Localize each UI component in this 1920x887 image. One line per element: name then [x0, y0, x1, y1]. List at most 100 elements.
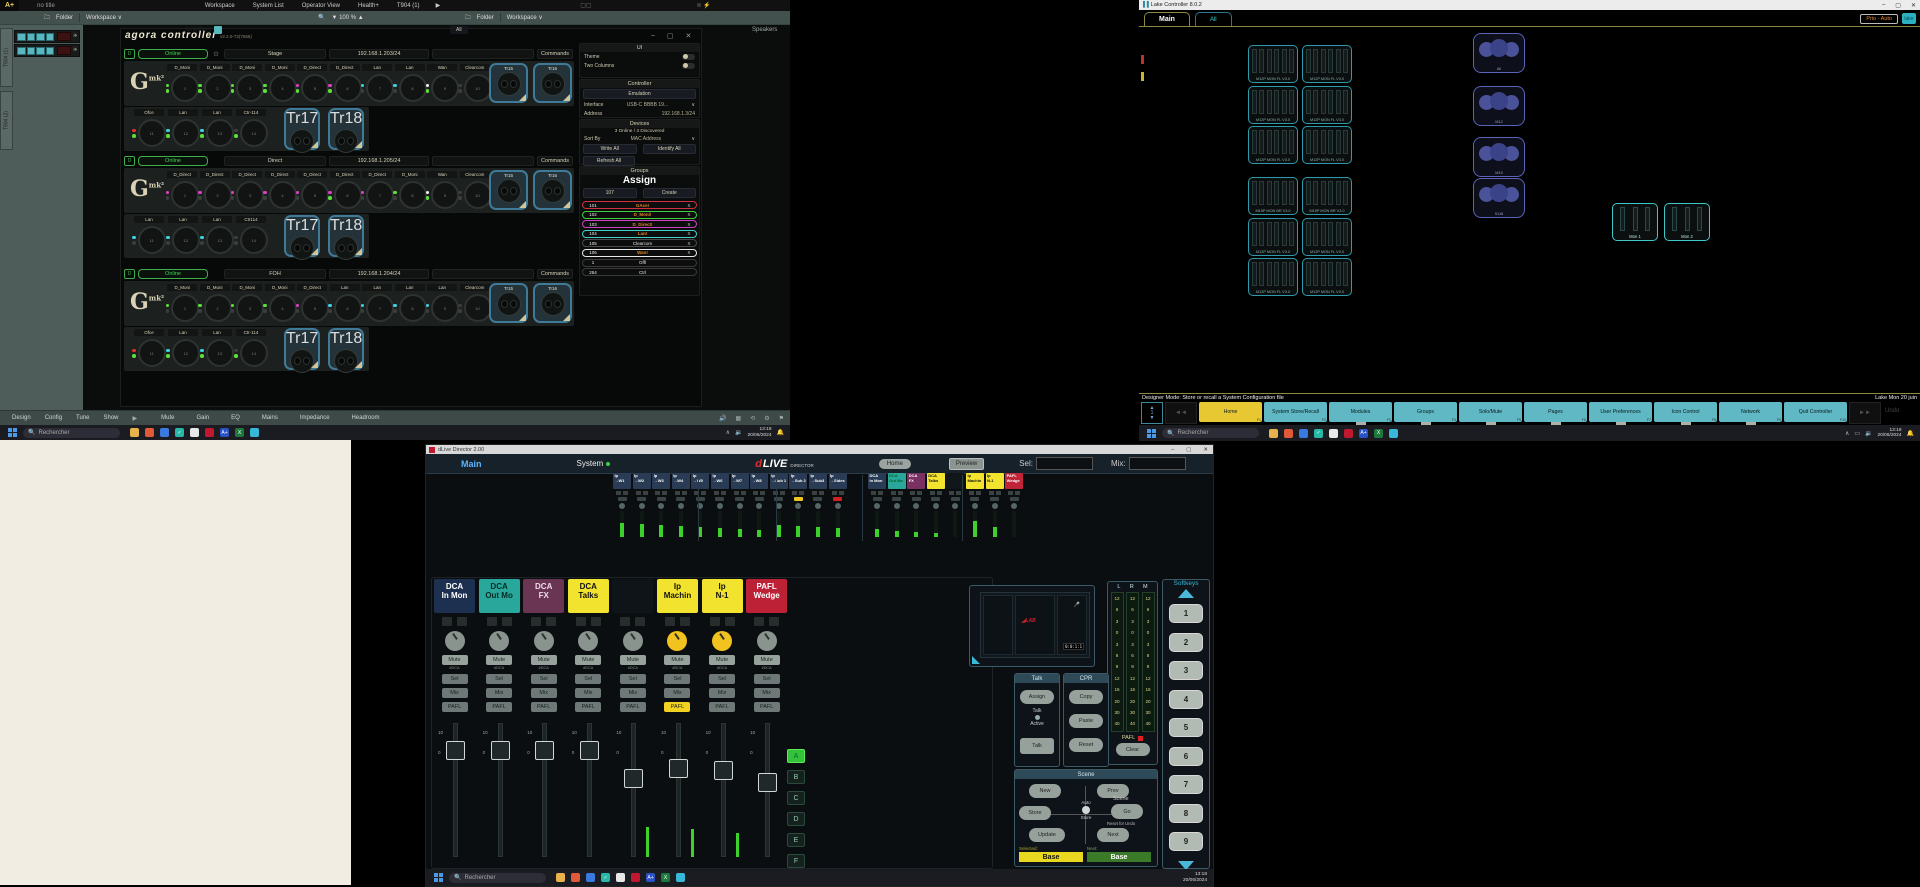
taskbar-app-icon[interactable] — [205, 428, 214, 437]
gauge-module[interactable]: All — [1473, 33, 1525, 73]
sel-button[interactable]: Sel — [442, 674, 468, 684]
port[interactable]: Lan 12 — [166, 214, 200, 254]
overview-channel[interactable]: Ip→Sides — [829, 473, 847, 537]
channel-label[interactable]: DCAOut Mo — [888, 473, 906, 489]
resize-triangle[interactable] — [972, 656, 980, 664]
strip-knob[interactable] — [667, 631, 687, 651]
mute-button[interactable]: Mute — [664, 655, 690, 665]
channel-label[interactable]: DCATalks — [927, 473, 945, 489]
mini-knob[interactable] — [972, 503, 978, 509]
mini-knob[interactable] — [992, 503, 998, 509]
mini-button[interactable] — [657, 497, 666, 501]
fader-handle[interactable] — [535, 741, 554, 760]
port-connector[interactable]: 7 — [366, 181, 394, 209]
surface-preview[interactable]: ◢LAB 0:0:1:1 🎤 — [969, 585, 1095, 667]
commands-button[interactable]: Commands — [537, 49, 573, 59]
lake-module[interactable]: M12P MON FL V3.0 — [1248, 126, 1298, 164]
port[interactable]: Lan 12 — [166, 327, 200, 367]
overview-channel[interactable]: Ip→W6 — [711, 473, 729, 537]
mini-knob[interactable] — [639, 503, 645, 509]
mini-knob[interactable] — [756, 503, 762, 509]
taskbar-app-icon[interactable] — [631, 873, 640, 882]
lake-module[interactable]: M12P MON FL V3.0 — [1302, 45, 1352, 83]
window-icon[interactable]: ▢▢ — [580, 2, 591, 9]
overview-channel[interactable]: Ip→Sub 2 — [789, 473, 807, 537]
group-row[interactable]: 254 Ctrl — [582, 268, 697, 276]
prio-auto-button[interactable]: Prio - Auto — [1860, 14, 1898, 24]
port-connector[interactable]: 14 — [240, 226, 268, 254]
assign-square[interactable] — [502, 617, 512, 626]
page-selector[interactable]: ▲1▼ — [1141, 402, 1163, 424]
taskbar-app-icon[interactable] — [1389, 429, 1398, 438]
pafl-button[interactable]: PAFL — [754, 702, 780, 712]
bank-button[interactable]: B — [787, 770, 805, 784]
trunk-port[interactable]: Tr15 — [489, 63, 528, 103]
pafl-button[interactable]: PAFL — [575, 702, 601, 712]
channel-label[interactable]: Ip→W5 — [691, 473, 709, 489]
port[interactable]: Lan 8 — [394, 282, 427, 322]
tool-icon[interactable]: ⟲ — [750, 415, 755, 422]
window-control-icon[interactable]: ✕ — [1911, 2, 1916, 9]
port[interactable]: D_Direct 4 — [264, 169, 297, 209]
overview-channel[interactable]: Ip→W8 — [750, 473, 768, 537]
port-connector[interactable]: 5 — [301, 181, 329, 209]
port-connector[interactable]: 8 — [399, 181, 427, 209]
port-connector[interactable]: 6 — [334, 181, 362, 209]
menu-tab[interactable]: System List — [253, 3, 284, 9]
trunk-port[interactable]: Tr17 — [284, 108, 320, 150]
mini-knob[interactable] — [835, 503, 841, 509]
port[interactable]: D_Moni 2 — [199, 282, 232, 322]
strip-knob[interactable] — [445, 631, 465, 651]
mode-tab[interactable]: Mains — [258, 414, 282, 422]
sel-button[interactable]: Sel — [620, 674, 646, 684]
port[interactable]: Lan 7 — [361, 62, 394, 102]
fader-handle[interactable] — [714, 761, 733, 780]
tool-icon[interactable]: ▦ — [736, 415, 742, 422]
port[interactable]: D_Moni 3 — [231, 62, 264, 102]
mode-tab[interactable]: Mute — [157, 414, 178, 422]
port-connector[interactable]: 13 — [206, 339, 234, 367]
mix-button[interactable]: Mix — [709, 688, 735, 698]
port[interactable]: D_Moni 3 — [231, 282, 264, 322]
port[interactable]: Lan 13 — [200, 327, 234, 367]
channel-label[interactable]: IpN-1 — [986, 473, 1004, 489]
group-row[interactable]: 106 Wan! X — [582, 249, 697, 257]
scene-go-button[interactable]: Go — [1111, 804, 1143, 819]
port-connector[interactable]: 10 — [464, 181, 492, 209]
strip-label[interactable] — [612, 579, 653, 613]
mix-button[interactable]: Mix — [575, 688, 601, 698]
assign-square[interactable] — [576, 617, 586, 626]
strip-label[interactable]: IpMachin — [657, 579, 698, 613]
chevron-down-icon[interactable]: ∨ — [691, 136, 695, 142]
design-tab[interactable]: Design — [8, 414, 35, 422]
mini-button[interactable] — [931, 497, 940, 501]
pafl-button[interactable]: PAFL — [442, 702, 468, 712]
softkey-button[interactable]: 5 — [1169, 718, 1203, 737]
channel-label[interactable]: Ip→Sub 2 — [789, 473, 807, 489]
amplifiers-tab[interactable]: Amplifiers — [185, 27, 211, 33]
port[interactable]: D_Moni 4 — [264, 62, 297, 102]
port[interactable]: Ofce 11 — [132, 107, 166, 147]
mini-knob[interactable] — [952, 503, 958, 509]
mini-button[interactable] — [794, 497, 803, 501]
port-connector[interactable]: 14 — [240, 119, 268, 147]
port-connector[interactable]: 6 — [334, 294, 362, 322]
lake-module[interactable]: M12P MON FL V3.0 — [1302, 258, 1352, 296]
port-connector[interactable]: 3 — [236, 181, 264, 209]
trunk-port[interactable]: Tr16 — [533, 63, 572, 103]
fader-handle[interactable] — [491, 741, 510, 760]
sel-button[interactable]: Sel — [664, 674, 690, 684]
folder-icon[interactable]: 🗀 — [44, 13, 50, 23]
scene-next-button[interactable]: Next — [1097, 828, 1129, 842]
bank-button[interactable]: C — [787, 791, 805, 805]
mini-button[interactable] — [990, 497, 999, 501]
softkey-button[interactable]: 3 — [1169, 661, 1203, 680]
tab-main[interactable]: Main — [1144, 12, 1190, 26]
start-icon[interactable] — [8, 428, 17, 437]
trunk-port[interactable]: Tr16 — [533, 170, 572, 210]
port-connector[interactable]: 13 — [206, 119, 234, 147]
port-connector[interactable]: 13 — [206, 226, 234, 254]
mini-knob[interactable] — [913, 503, 919, 509]
channel-label[interactable]: IpMachin — [966, 473, 984, 489]
window-control-icon[interactable]: – — [651, 32, 655, 40]
